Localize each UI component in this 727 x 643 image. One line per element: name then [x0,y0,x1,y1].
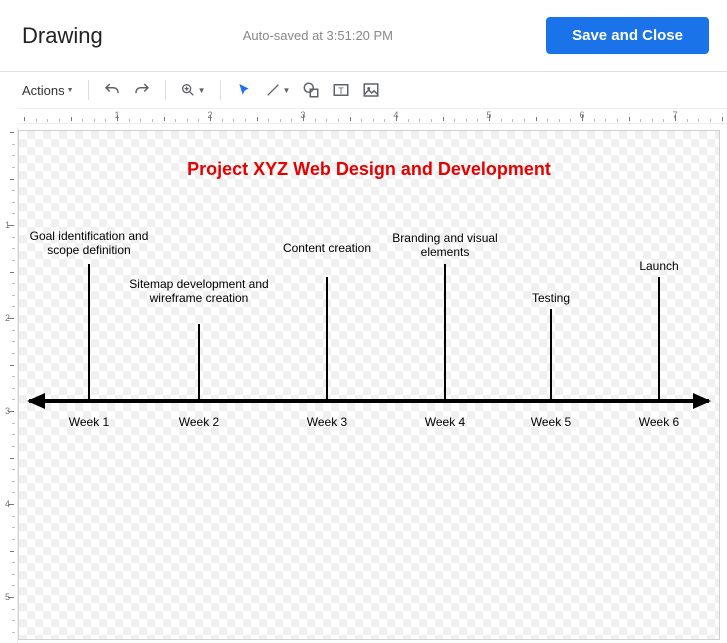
ruler-vertical: 12345 [2,126,18,643]
timeline-axis[interactable] [29,399,709,403]
milestone-tick [444,264,446,399]
diagram-title-text[interactable]: Project XYZ Web Design and Development [19,159,719,180]
svg-text:T: T [339,86,345,96]
milestone-label[interactable]: Launch [589,259,727,273]
image-icon [362,81,380,99]
dialog-header: Drawing Auto-saved at 3:51:20 PM Save an… [0,0,727,72]
milestone-label[interactable]: Sitemap development and wireframe creati… [129,277,269,305]
undo-button[interactable] [99,77,125,103]
cursor-icon [236,82,252,98]
milestone-label[interactable]: Branding and visual elements [375,231,515,259]
textbox-icon: T [332,81,350,99]
undo-icon [103,81,121,99]
axis-arrow-right-icon [693,393,711,409]
shape-icon [302,81,320,99]
milestone-label[interactable]: Goal identification and scope definition [19,229,159,257]
textbox-tool-button[interactable]: T [328,77,354,103]
milestone-tick [658,277,660,399]
milestone-label[interactable]: Testing [481,291,621,305]
milestone-week-label[interactable]: Week 2 [149,415,249,429]
chevron-down-icon: ▼ [283,86,291,95]
milestone-week-label[interactable]: Week 1 [39,415,139,429]
milestone-tick [550,309,552,399]
ruler-horizontal: 1234567 [18,108,727,124]
canvas-area[interactable]: Project XYZ Web Design and Development G… [18,126,727,643]
milestone-week-label[interactable]: Week 3 [277,415,377,429]
dialog-title: Drawing [22,23,103,49]
zoom-icon [180,82,196,98]
drawing-canvas[interactable]: Project XYZ Web Design and Development G… [18,130,720,640]
redo-button[interactable] [129,77,155,103]
milestone-tick [198,324,200,399]
redo-icon [133,81,151,99]
zoom-button[interactable]: ▼ [176,77,210,103]
select-tool-button[interactable] [231,77,257,103]
milestone-tick [88,264,90,399]
actions-label: Actions [22,83,65,98]
milestone-week-label[interactable]: Week 6 [609,415,709,429]
chevron-down-icon: ▼ [198,86,206,95]
save-and-close-button[interactable]: Save and Close [546,17,709,54]
milestone-week-label[interactable]: Week 4 [395,415,495,429]
milestone-week-label[interactable]: Week 5 [501,415,601,429]
toolbar-separator [165,80,166,100]
image-tool-button[interactable] [358,77,384,103]
line-icon [265,82,281,98]
toolbar: Actions ▼ ▼ ▼ T [0,72,727,108]
line-tool-button[interactable]: ▼ [261,77,295,103]
milestone-tick [326,277,328,399]
actions-menu-button[interactable]: Actions ▼ [18,77,78,103]
chevron-down-icon: ▼ [67,87,74,94]
toolbar-separator [88,80,89,100]
autosave-status: Auto-saved at 3:51:20 PM [103,28,546,43]
shape-tool-button[interactable] [298,77,324,103]
toolbar-separator [220,80,221,100]
